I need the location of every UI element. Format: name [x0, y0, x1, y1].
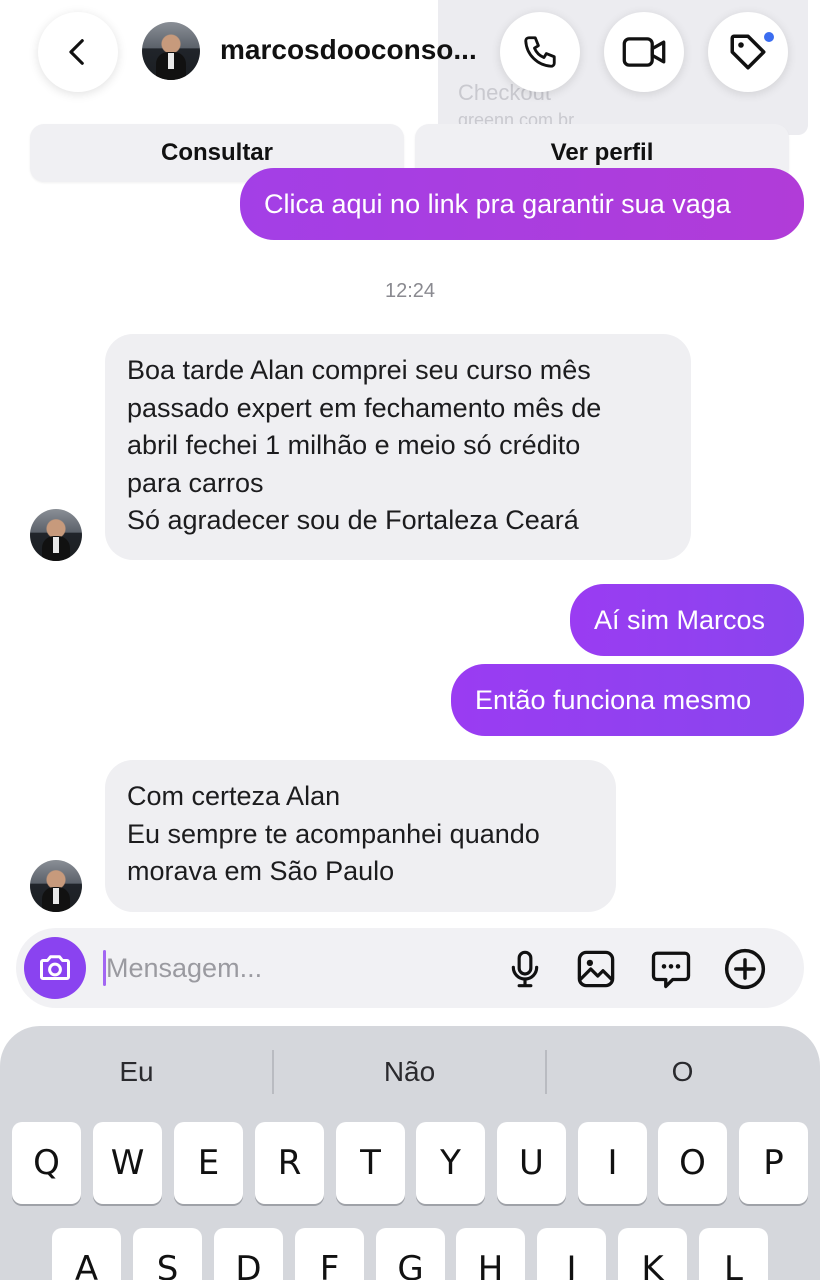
key-g[interactable]: G [376, 1228, 445, 1280]
sender-avatar[interactable] [30, 509, 82, 561]
gallery-button[interactable] [573, 946, 619, 992]
microphone-button[interactable] [502, 946, 548, 992]
key-y[interactable]: Y [416, 1122, 485, 1204]
key-u[interactable]: U [497, 1122, 566, 1204]
message-input[interactable] [106, 942, 486, 994]
key-p[interactable]: P [739, 1122, 808, 1204]
message-line: para carros [127, 467, 264, 498]
key-r[interactable]: R [255, 1122, 324, 1204]
message-line: Eu sempre te acompanhei quando [127, 818, 540, 849]
video-camera-icon [622, 37, 666, 67]
key-d[interactable]: D [214, 1228, 283, 1280]
key-f[interactable]: F [295, 1228, 364, 1280]
camera-icon [40, 955, 70, 980]
key-i[interactable]: I [578, 1122, 647, 1204]
incoming-message[interactable]: Boa tarde Alan comprei seu curso mês pas… [105, 334, 691, 560]
voice-call-button[interactable] [500, 12, 580, 92]
suggestion-item[interactable]: Não [273, 1044, 546, 1100]
outgoing-message[interactable]: Aí sim Marcos [570, 584, 804, 656]
gallery-icon [577, 950, 615, 988]
key-h[interactable]: H [456, 1228, 525, 1280]
key-s[interactable]: S [133, 1228, 202, 1280]
tag-button[interactable] [708, 12, 788, 92]
back-button[interactable] [38, 12, 118, 92]
suggestion-bar: Eu Não O [0, 1044, 820, 1100]
chat-header: Checkout greenn.com.br marcosdooconso... [0, 0, 820, 135]
message-line: morava em São Paulo [127, 856, 395, 886]
plus-circle-icon [724, 948, 766, 990]
key-a[interactable]: A [52, 1228, 121, 1280]
outgoing-message-link[interactable]: Clica aqui no link pra garantir sua vaga [240, 168, 804, 240]
key-l[interactable]: L [699, 1228, 768, 1280]
add-button[interactable] [722, 946, 768, 992]
key-o[interactable]: O [658, 1122, 727, 1204]
message-composer [16, 928, 804, 1008]
incoming-message[interactable]: Com certeza Alan Eu sempre te acompanhei… [105, 760, 616, 912]
suggestion-item[interactable]: O [546, 1044, 819, 1100]
key-q[interactable]: Q [12, 1122, 81, 1204]
sticker-icon [651, 951, 691, 989]
on-screen-keyboard: Eu Não O Q W E R T Y U I O P A S D F G H… [0, 1026, 820, 1280]
camera-button[interactable] [24, 937, 86, 999]
key-t[interactable]: T [336, 1122, 405, 1204]
key-w[interactable]: W [93, 1122, 162, 1204]
message-line: abril fechei 1 milhão e meio só crédito [127, 430, 581, 460]
message-line: passado expert em fechamento mês de [127, 392, 602, 423]
message-line: Com certeza Alan [127, 781, 341, 811]
chevron-left-icon [69, 39, 84, 65]
video-call-button[interactable] [604, 12, 684, 92]
microphone-icon [511, 950, 539, 988]
key-k[interactable]: K [618, 1228, 687, 1280]
chat-username[interactable]: marcosdooconso... [220, 34, 500, 66]
sender-avatar[interactable] [30, 860, 82, 912]
key-j[interactable]: J [537, 1228, 606, 1280]
key-e[interactable]: E [174, 1122, 243, 1204]
outgoing-message[interactable]: Então funciona mesmo [451, 664, 804, 736]
notification-dot [762, 30, 776, 44]
suggestion-item[interactable]: Eu [0, 1044, 273, 1100]
sticker-button[interactable] [648, 946, 694, 992]
message-line: Só agradecer sou de Fortaleza Ceará [127, 505, 579, 535]
message-timestamp: 12:24 [384, 280, 436, 302]
message-line: Boa tarde Alan comprei seu curso mês [127, 355, 591, 385]
profile-avatar[interactable] [142, 22, 200, 80]
phone-icon [524, 36, 556, 68]
